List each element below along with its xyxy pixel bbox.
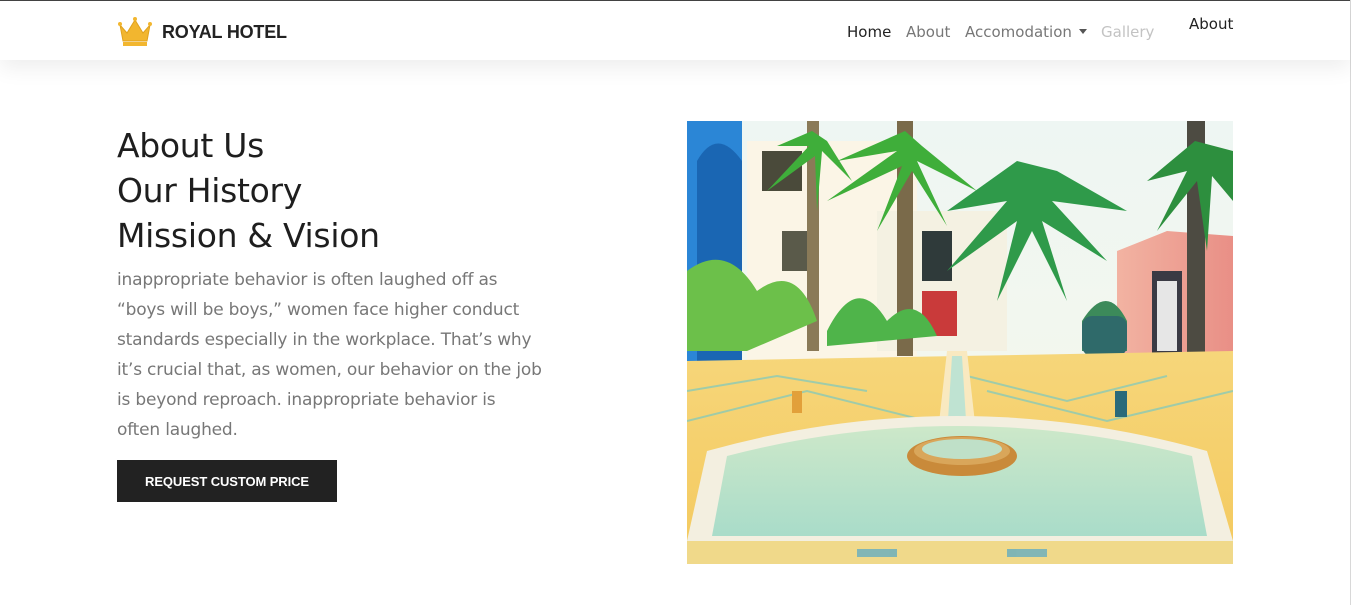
about-description: inappropriate behavior is often laughed … — [117, 265, 577, 445]
heading-mission-vision: Mission & Vision — [117, 216, 380, 255]
description-line: it’s crucial that, as women, our behavio… — [117, 360, 542, 380]
description-line: inappropriate behavior is often laughed … — [117, 270, 498, 290]
nav-home[interactable]: Home — [847, 23, 891, 41]
description-line: is beyond reproach. inappropriate behavi… — [117, 390, 496, 410]
brand-name: ROYAL HOTEL — [162, 21, 287, 42]
caret-down-icon — [1078, 29, 1087, 34]
description-line: often laughed. — [117, 420, 238, 440]
nav-accommodation-dropdown[interactable]: Accomodation — [965, 23, 1087, 41]
description-line: standards especially in the workplace. T… — [117, 330, 532, 350]
nav-gallery[interactable]: Gallery — [1101, 23, 1154, 41]
heading-about-us: About Us — [117, 126, 265, 165]
request-custom-price-button[interactable]: REQUEST CUSTOM PRICE — [117, 460, 337, 502]
description-line: “boys will be boys,” women face higher c… — [117, 300, 520, 320]
crown-icon — [118, 17, 152, 46]
nav-accommodation-label: Accomodation — [965, 23, 1072, 41]
nav-about-right[interactable]: About — [1189, 15, 1233, 33]
hotel-courtyard-image — [687, 121, 1233, 564]
navbar: ROYAL HOTEL Home About Accomodation Gall… — [0, 1, 1350, 60]
brand-link[interactable]: ROYAL HOTEL — [117, 16, 287, 48]
nav-about[interactable]: About — [906, 23, 950, 41]
heading-our-history: Our History — [117, 171, 303, 210]
